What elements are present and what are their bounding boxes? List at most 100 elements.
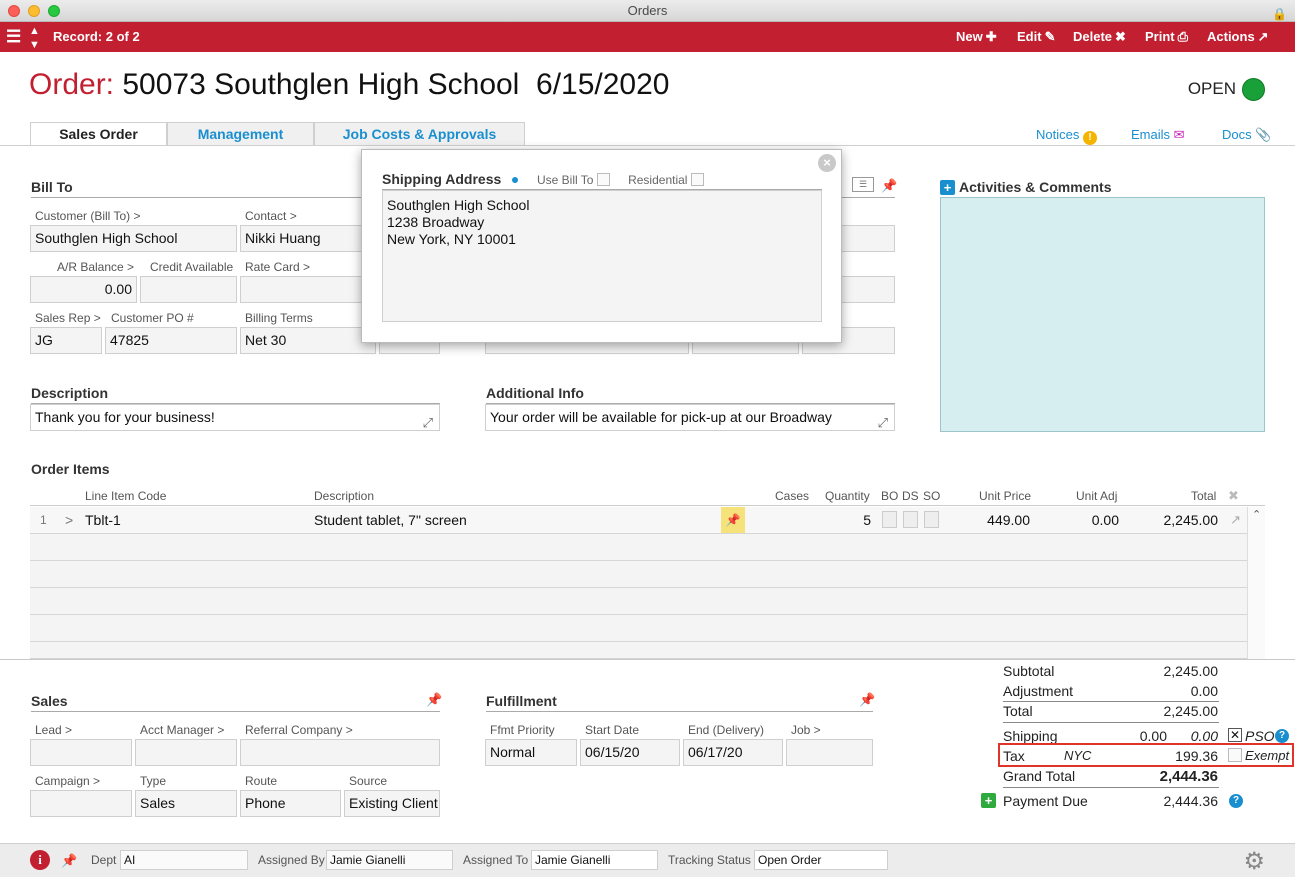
col-unit-price[interactable]: Unit Price [979, 489, 1031, 503]
ffmt-priority-field[interactable]: Normal [485, 739, 577, 766]
col-quantity[interactable]: Quantity [825, 489, 870, 503]
expand-icon[interactable]: ⤢ [878, 410, 888, 430]
minimize-window-button[interactable] [28, 5, 40, 17]
table-row[interactable] [30, 561, 1247, 588]
end-delivery-field[interactable]: 06/17/20 [683, 739, 783, 766]
pin-icon[interactable]: 📌 [426, 692, 442, 708]
rate-card-label[interactable]: Rate Card > [245, 260, 310, 274]
tab-sales-order[interactable]: Sales Order [30, 122, 167, 146]
new-button[interactable]: New ✚ [956, 22, 997, 52]
sales-rep-field[interactable]: JG [30, 327, 102, 354]
tab-management[interactable]: Management [167, 122, 314, 145]
ds-checkbox[interactable] [903, 511, 918, 528]
row-description[interactable]: Student tablet, 7" screen [314, 512, 467, 528]
referral-company-field[interactable] [240, 739, 440, 766]
table-row[interactable] [30, 642, 1247, 659]
bo-checkbox[interactable] [882, 511, 897, 528]
billing-terms-field[interactable]: Net 30 [240, 327, 376, 354]
ar-balance-label[interactable]: A/R Balance > [57, 260, 134, 274]
add-activity-icon[interactable]: + [940, 180, 955, 195]
help-icon[interactable]: ? [1229, 794, 1243, 808]
customer-field[interactable]: Southglen High School [30, 225, 237, 252]
route-field[interactable]: Phone [240, 790, 341, 817]
gear-icon[interactable]: ⚙ [1243, 847, 1265, 876]
docs-link[interactable]: Docs 📎 [1222, 127, 1271, 143]
col-bo[interactable]: BO [881, 489, 898, 503]
row-unit-price[interactable]: 449.00 [987, 512, 1030, 528]
pso-checkbox[interactable]: ✕ [1228, 728, 1242, 742]
assigned-to-field[interactable]: Jamie Gianelli [531, 850, 658, 870]
print-button[interactable]: Print ⎙ [1145, 22, 1188, 52]
start-date-field[interactable]: 06/15/20 [580, 739, 680, 766]
map-pin-icon[interactable]: ● [511, 171, 519, 187]
type-field[interactable]: Sales [135, 790, 237, 817]
tax-code[interactable]: NYC [1064, 748, 1091, 763]
info-icon[interactable]: i [30, 850, 50, 870]
tracking-status-field[interactable]: Open Order [754, 850, 888, 870]
description-field[interactable]: Thank you for your business! ⤢ [30, 404, 440, 431]
col-description[interactable]: Description [314, 489, 374, 503]
contact-label[interactable]: Contact > [245, 209, 297, 223]
col-total[interactable]: Total [1191, 489, 1216, 503]
tax-exempt-checkbox[interactable] [1228, 748, 1242, 762]
customer-po-field[interactable]: 47825 [105, 327, 237, 354]
col-line-item-code[interactable]: Line Item Code [85, 489, 166, 503]
sales-rep-label[interactable]: Sales Rep > [35, 311, 101, 325]
additional-info-field[interactable]: Your order will be available for pick-up… [485, 404, 895, 431]
shipping-value[interactable]: 0.00 [1140, 728, 1167, 744]
lead-field[interactable] [30, 739, 132, 766]
items-scrollbar[interactable]: ⌃ [1247, 507, 1265, 659]
close-popup-icon[interactable]: × [818, 154, 836, 172]
shipping-address-textarea[interactable]: Southglen High School 1238 Broadway New … [382, 190, 822, 322]
col-ds[interactable]: DS [902, 489, 919, 503]
row-quantity[interactable]: 5 [863, 512, 871, 528]
add-payment-icon[interactable]: + [981, 793, 996, 808]
col-cases[interactable]: Cases [775, 489, 809, 503]
dept-field[interactable]: AI [120, 850, 248, 870]
so-checkbox[interactable] [924, 511, 939, 528]
col-so[interactable]: SO [923, 489, 940, 503]
record-nav-arrows-icon[interactable]: ▲ ▼ [29, 24, 40, 51]
table-row[interactable] [30, 615, 1247, 642]
chevron-up-icon[interactable]: ⌃ [1252, 508, 1261, 521]
emails-link[interactable]: Emails ✉ [1131, 127, 1185, 143]
tab-job-costs-approvals[interactable]: Job Costs & Approvals [314, 122, 525, 145]
notices-link[interactable]: Notices ! [1036, 127, 1097, 145]
campaign-field[interactable] [30, 790, 132, 817]
address-card-icon[interactable]: ☰ [852, 177, 874, 192]
open-row-icon[interactable]: ↗ [1230, 512, 1241, 528]
lead-label[interactable]: Lead > [35, 723, 72, 737]
acct-manager-label[interactable]: Acct Manager > [140, 723, 224, 737]
job-field[interactable] [786, 739, 873, 766]
job-label[interactable]: Job > [791, 723, 821, 737]
row-expand-icon[interactable]: > [65, 512, 73, 528]
use-bill-to-checkbox[interactable] [597, 173, 611, 186]
pin-icon[interactable]: 📌 [859, 692, 875, 708]
actions-button[interactable]: Actions ↗ [1207, 22, 1269, 52]
contact-field[interactable]: Nikki Huang [240, 225, 376, 252]
referral-company-label[interactable]: Referral Company > [245, 723, 353, 737]
pin-icon[interactable]: 📌 [881, 178, 897, 194]
source-field[interactable]: Existing Client [344, 790, 440, 817]
adjustment-value[interactable]: 0.00 [1191, 683, 1218, 699]
help-icon[interactable]: ? [1275, 729, 1289, 743]
table-row[interactable] [30, 534, 1247, 561]
activities-panel[interactable] [940, 197, 1265, 432]
col-unit-adj[interactable]: Unit Adj [1076, 489, 1117, 503]
expand-icon[interactable]: ⤢ [423, 410, 433, 430]
campaign-label[interactable]: Campaign > [35, 774, 100, 788]
rate-card-field[interactable] [240, 276, 376, 303]
pin-icon[interactable]: 📌 [61, 853, 77, 869]
activities-heading[interactable]: + Activities & Comments [940, 179, 1265, 197]
customer-label[interactable]: Customer (Bill To) > [35, 209, 140, 223]
table-row[interactable]: 1 > Tblt-1 Student tablet, 7" screen 📌 5… [30, 507, 1247, 534]
delete-button[interactable]: Delete ✖ [1073, 22, 1126, 52]
acct-manager-field[interactable] [135, 739, 237, 766]
menu-icon[interactable]: ☰ [6, 22, 21, 52]
zoom-window-button[interactable] [48, 5, 60, 17]
table-row[interactable] [30, 588, 1247, 615]
delete-row-icon[interactable]: ✖ [1228, 488, 1239, 504]
residential-checkbox[interactable] [691, 173, 705, 186]
row-code[interactable]: Tblt-1 [85, 512, 121, 528]
row-unit-adj[interactable]: 0.00 [1092, 512, 1119, 528]
